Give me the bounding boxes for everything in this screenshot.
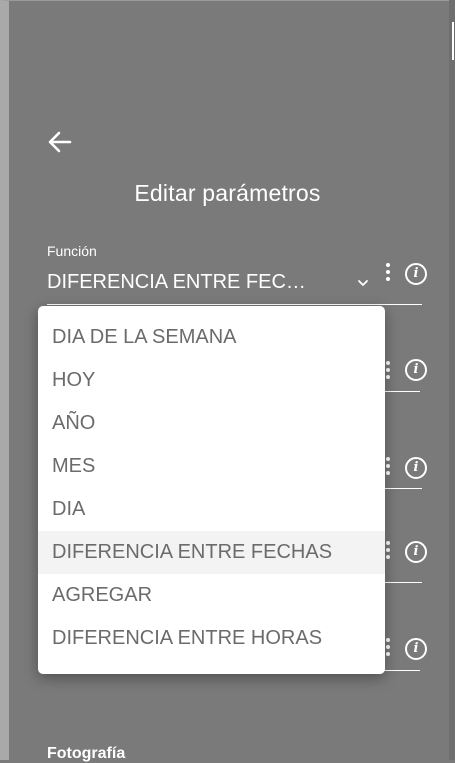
info-icon[interactable]: i	[405, 638, 427, 660]
info-icon[interactable]: i	[405, 541, 427, 563]
info-icon[interactable]: i	[405, 359, 427, 381]
page-title: Editar parámetros	[134, 180, 321, 206]
field-underline	[384, 391, 420, 392]
dropdown-option[interactable]: HOY	[38, 359, 385, 402]
more-options-icon[interactable]	[384, 457, 392, 479]
fotografia-label: Fotografía	[47, 745, 126, 762]
more-options-icon[interactable]	[384, 541, 392, 563]
info-icon[interactable]: i	[405, 263, 427, 285]
dropdown-option-selected[interactable]: DIFERENCIA ENTRE FECHAS	[38, 531, 385, 574]
dropdown-option[interactable]: AÑO	[38, 402, 385, 445]
scrollbar[interactable]	[449, 0, 455, 760]
chevron-down-icon[interactable]	[356, 276, 370, 290]
field-underline	[47, 304, 422, 305]
funcion-label: Función	[47, 243, 97, 259]
dropdown-option[interactable]: DIA	[38, 488, 385, 531]
info-icon[interactable]: i	[405, 457, 427, 479]
funcion-dropdown-menu[interactable]: DIA DE LA SEMANA HOY AÑO MES DIA DIFEREN…	[38, 306, 385, 674]
field-underline	[384, 582, 422, 583]
dropdown-option[interactable]: DIFERENCIA ENTRE HORAS	[38, 617, 385, 660]
more-options-icon[interactable]	[384, 638, 392, 660]
back-arrow-icon[interactable]	[46, 128, 74, 156]
more-options-icon[interactable]	[384, 263, 392, 285]
dropdown-option[interactable]: AGREGAR	[38, 574, 385, 617]
field-underline	[384, 670, 420, 671]
more-options-icon[interactable]	[384, 361, 392, 383]
dropdown-option[interactable]: MES	[38, 445, 385, 488]
funcion-select[interactable]: DIFERENCIA ENTRE FEC…	[47, 271, 337, 294]
scrollbar-thumb[interactable]	[452, 22, 454, 60]
field-underline	[384, 488, 422, 489]
dropdown-option[interactable]: DIA DE LA SEMANA	[38, 316, 385, 359]
